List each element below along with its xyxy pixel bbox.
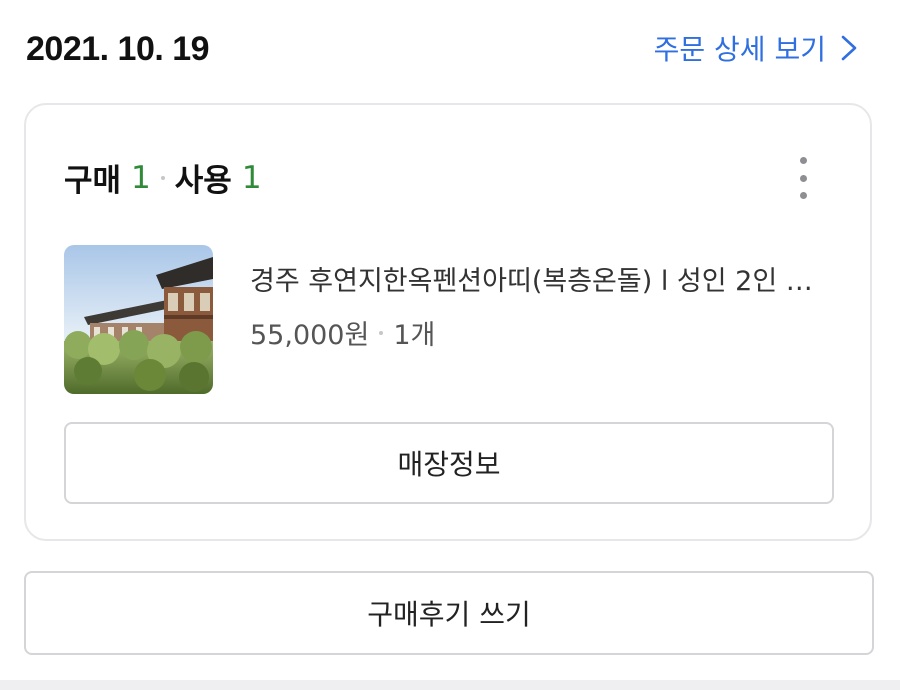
order-card: 구매 1 사용 1 경주 후연지한옥펜션아띠(복층온돌) l 성인 2인 기준 … xyxy=(24,103,872,541)
separator-dot xyxy=(379,330,384,335)
chevron-right-icon xyxy=(841,35,857,61)
separator-dot xyxy=(160,175,165,180)
price-line: 55,000원 1개 xyxy=(250,313,435,352)
order-detail-label: 주문 상세 보기 xyxy=(653,33,826,66)
product-quantity: 1개 xyxy=(393,320,436,351)
order-date: 2021. 10. 19 xyxy=(26,30,210,68)
used-count: 1 xyxy=(241,159,262,196)
product-price: 55,000원 xyxy=(250,320,370,351)
write-review-button[interactable]: 구매후기 쓰기 xyxy=(24,571,874,655)
product-name[interactable]: 경주 후연지한옥펜션아띠(복층온돌) l 성인 2인 기준 xyxy=(250,259,830,298)
section-divider xyxy=(0,680,900,690)
order-summary: 구매 1 사용 1 xyxy=(64,155,262,200)
used-label: 사용 xyxy=(174,163,232,199)
more-vertical-icon[interactable] xyxy=(796,157,810,199)
order-header: 2021. 10. 19 주문 상세 보기 xyxy=(26,22,862,82)
order-detail-link[interactable]: 주문 상세 보기 xyxy=(654,28,862,68)
purchase-count: 1 xyxy=(131,159,151,196)
store-info-button[interactable]: 매장정보 xyxy=(64,422,834,504)
hanok-photo xyxy=(64,245,213,394)
purchase-label: 구매 xyxy=(64,163,122,199)
product-item[interactable]: 경주 후연지한옥펜션아띠(복층온돌) l 성인 2인 기준 55,000원 1개 xyxy=(64,245,844,395)
product-thumbnail xyxy=(64,245,213,394)
